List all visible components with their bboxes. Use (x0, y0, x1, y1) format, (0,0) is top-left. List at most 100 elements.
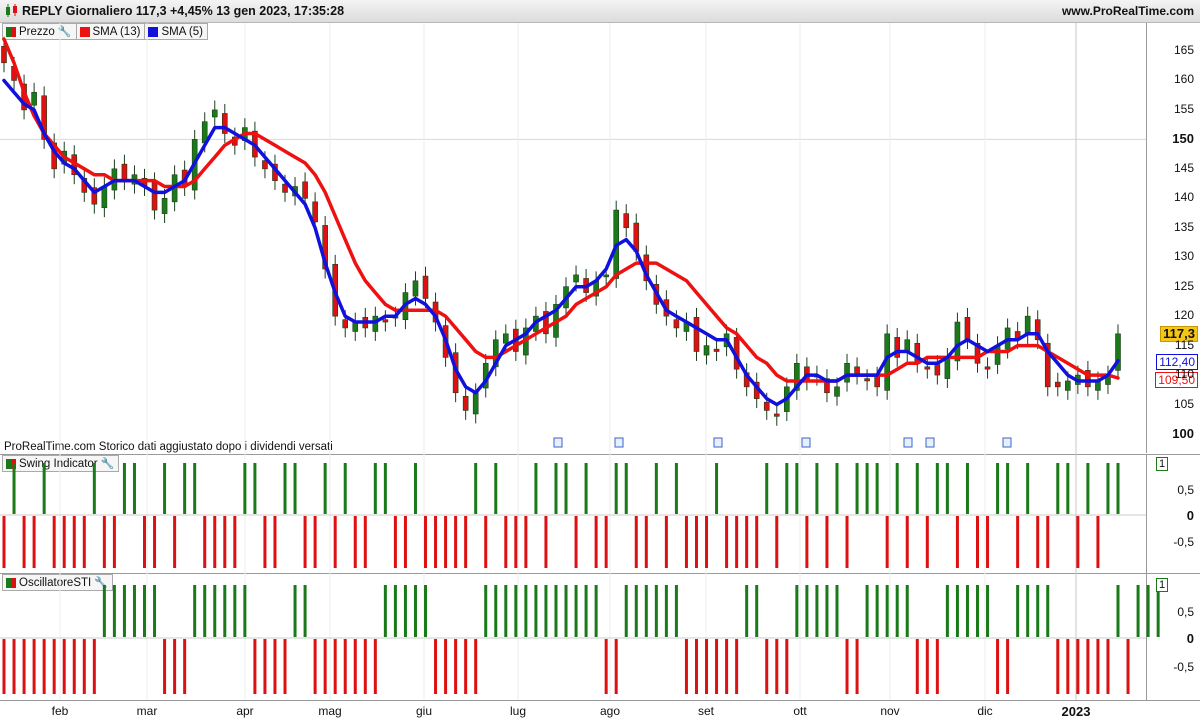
candle-body (121, 163, 128, 181)
swing-up-bar (945, 463, 949, 514)
swing-down-bar (745, 516, 749, 568)
swing-up-bar (584, 463, 588, 514)
sti-up-bar (584, 585, 588, 637)
swing-down-bar (464, 516, 468, 568)
sti-up-bar (965, 585, 969, 637)
sti-down-bar (684, 639, 688, 694)
swing-down-bar (1016, 516, 1020, 568)
swing-up-bar (875, 463, 879, 514)
sti-up-bar (664, 585, 668, 637)
swing-down-bar (955, 516, 959, 568)
sti-up-bar (975, 585, 979, 637)
swing-up-bar (815, 463, 819, 514)
candle-body (693, 317, 700, 352)
swing-up-bar (474, 463, 478, 514)
sti-down-bar (996, 639, 1000, 694)
sti-up-bar (1026, 585, 1030, 637)
swing-up-bar (323, 463, 327, 514)
candle-body (984, 366, 991, 370)
candle-body (161, 198, 168, 214)
swing-down-bar (263, 516, 267, 568)
sti-down-bar (1086, 639, 1090, 694)
sti-up-bar (514, 585, 518, 637)
sti-down-bar (173, 639, 177, 694)
swing-up-bar (996, 463, 1000, 514)
sti-down-bar (474, 639, 478, 694)
sti-down-bar (735, 639, 739, 694)
time-tick-label: nov (880, 704, 900, 718)
sti-down-bar (92, 639, 96, 694)
sti-down-bar (62, 639, 66, 694)
sti-down-bar (1096, 639, 1100, 694)
sti-down-bar (163, 639, 167, 694)
candle-body (312, 201, 318, 223)
sti-down-bar (725, 639, 729, 694)
sti-up-bar (132, 585, 136, 637)
sti-up-bar (835, 585, 839, 637)
candle-body (422, 275, 429, 299)
candle-body (1054, 381, 1061, 388)
sti-down-bar (183, 639, 187, 694)
swing-up-bar (674, 463, 678, 514)
sti-up-bar (403, 585, 407, 637)
candle-body (372, 315, 379, 332)
swing-up-bar (855, 463, 859, 514)
time-tick-label: dic (977, 704, 993, 718)
sti-down-bar (464, 639, 468, 694)
sti-up-bar (634, 585, 638, 637)
event-icon (801, 437, 811, 448)
swing-down-bar (72, 516, 76, 568)
swing-down-bar (52, 516, 56, 568)
swing-up-bar (243, 463, 247, 514)
sti-up-bar (293, 585, 297, 637)
swing-down-bar (102, 516, 106, 568)
sma13-line (2, 37, 1120, 383)
sti-down-bar (12, 639, 16, 694)
swing-up-bar (383, 463, 387, 514)
sti-down-bar (72, 639, 76, 694)
sti-down-bar (1106, 639, 1110, 694)
sti-down-bar (1006, 639, 1010, 694)
price-tick-label: 155 (1173, 101, 1194, 116)
sti-up-bar (233, 585, 237, 637)
swing-down-bar (484, 516, 488, 568)
time-tick-label: mar (136, 704, 158, 718)
swing-up-bar (624, 463, 628, 514)
candle-body (834, 386, 840, 397)
sti-up-bar (875, 585, 879, 637)
sti-up-bar (153, 585, 157, 637)
sti-neghalf-label: -0,5 (1173, 660, 1194, 674)
sti-zero-label: 0 (1186, 631, 1194, 646)
candle-body (964, 317, 971, 341)
swing-up-bar (253, 463, 257, 514)
candle-body (573, 274, 579, 283)
sti-down-bar (333, 639, 337, 694)
swing-down-bar (444, 516, 448, 568)
sti-up-bar (504, 585, 508, 637)
sti-down-bar (765, 639, 769, 694)
sti-up-bar (955, 585, 959, 637)
swing-half-label: 0,5 (1177, 483, 1194, 497)
sti-up-bar (223, 585, 227, 637)
price-tick-label: 100 (1172, 426, 1194, 441)
swing-down-bar (604, 516, 608, 568)
swing-down-bar (233, 516, 237, 568)
swing-up-bar (1116, 463, 1120, 514)
sti-up-bar (303, 585, 307, 637)
sti-down-bar (614, 639, 618, 694)
sti-up-bar (945, 585, 949, 637)
swing-down-bar (213, 516, 217, 568)
swing-down-bar (664, 516, 668, 568)
time-tick-label: feb (51, 704, 69, 718)
swing-up-bar (193, 463, 197, 514)
sti-up-bar (905, 585, 909, 637)
sti-up-bar (805, 585, 809, 637)
swing-up-bar (413, 463, 417, 514)
sti-up-bar (383, 585, 387, 637)
swing-up-bar (373, 463, 377, 514)
event-icon (925, 437, 935, 448)
sti-down-bar (273, 639, 277, 694)
swing-up-bar (132, 463, 136, 514)
swing-down-bar (363, 516, 367, 568)
sti-down-bar (434, 639, 438, 694)
